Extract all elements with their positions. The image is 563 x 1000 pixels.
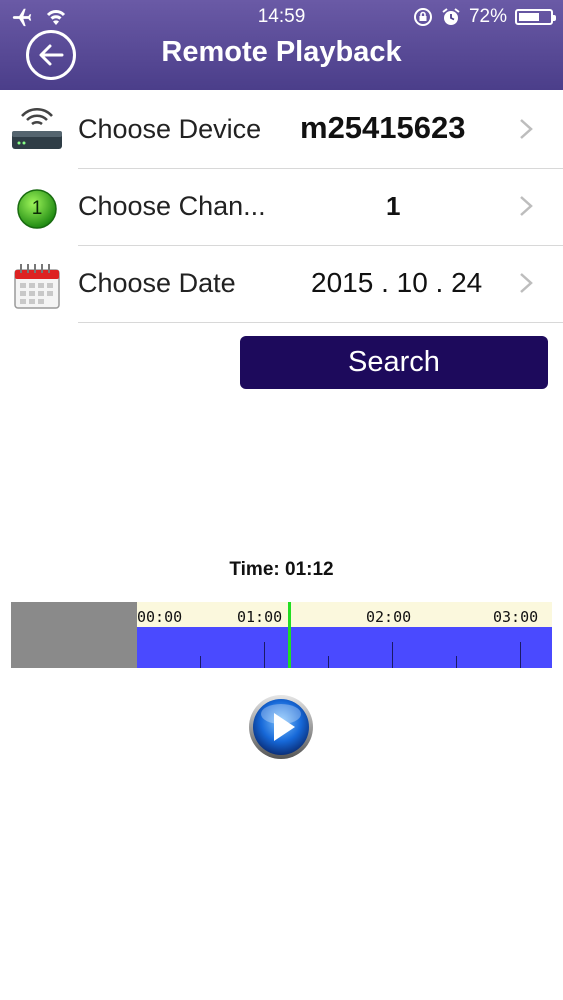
- playback-time-label: Time: 01:12: [229, 559, 334, 580]
- status-right: 72%: [413, 6, 556, 28]
- timeline-offset-area: [11, 602, 137, 668]
- minor-tick: [456, 656, 457, 668]
- choose-date-label: Choose Date: [78, 268, 236, 298]
- date-value: 2015 . 10 . 24: [311, 267, 483, 298]
- page-title: Remote Playback: [161, 36, 402, 68]
- playback-cursor[interactable]: [288, 602, 291, 668]
- channel-value: 1: [386, 191, 401, 221]
- tick-label: 00:00: [137, 608, 183, 626]
- timeline-scale: 00:00 01:00 02:00 03:00: [137, 602, 552, 627]
- alarm-icon: [442, 8, 460, 25]
- choose-device-label: Choose Device: [78, 114, 262, 144]
- choose-date-row[interactable]: Choose Date 2015 . 10 . 24: [0, 246, 563, 323]
- battery-fill: [519, 13, 540, 21]
- major-tick: [392, 642, 393, 668]
- tick-label: 03:00: [493, 608, 539, 626]
- search-button[interactable]: Search: [240, 336, 548, 389]
- choose-channel-row[interactable]: 1 Choose Chan... 1: [0, 169, 563, 246]
- top-bar: 14:59 72% Remote Playback: [0, 0, 563, 90]
- minor-tick: [200, 656, 201, 668]
- tick-label: 02:00: [366, 608, 412, 626]
- major-tick: [264, 642, 265, 668]
- battery-icon: [515, 9, 556, 25]
- rotation-lock-icon: [413, 8, 432, 26]
- router-icon: [12, 107, 62, 149]
- minor-tick: [328, 656, 329, 668]
- device-value: m25415623: [300, 110, 466, 145]
- row-divider: [78, 322, 563, 323]
- major-tick: [520, 642, 521, 668]
- tick-label: 01:00: [237, 608, 283, 626]
- timeline[interactable]: 00:00 01:00 02:00 03:00: [11, 602, 552, 668]
- choose-device-row[interactable]: Choose Device m25415623: [0, 92, 563, 169]
- timeline-recording-bar: [137, 627, 552, 668]
- chevron-right-icon: [520, 273, 533, 293]
- chevron-right-icon: [520, 196, 533, 216]
- play-button[interactable]: [248, 694, 314, 760]
- channel-badge-number: 1: [31, 198, 43, 219]
- status-bar: 14:59 72%: [0, 0, 563, 36]
- calendar-icon: [14, 264, 60, 309]
- battery-percent: 72%: [468, 6, 507, 27]
- chevron-right-icon: [520, 119, 533, 139]
- choose-channel-label: Choose Chan...: [78, 191, 266, 221]
